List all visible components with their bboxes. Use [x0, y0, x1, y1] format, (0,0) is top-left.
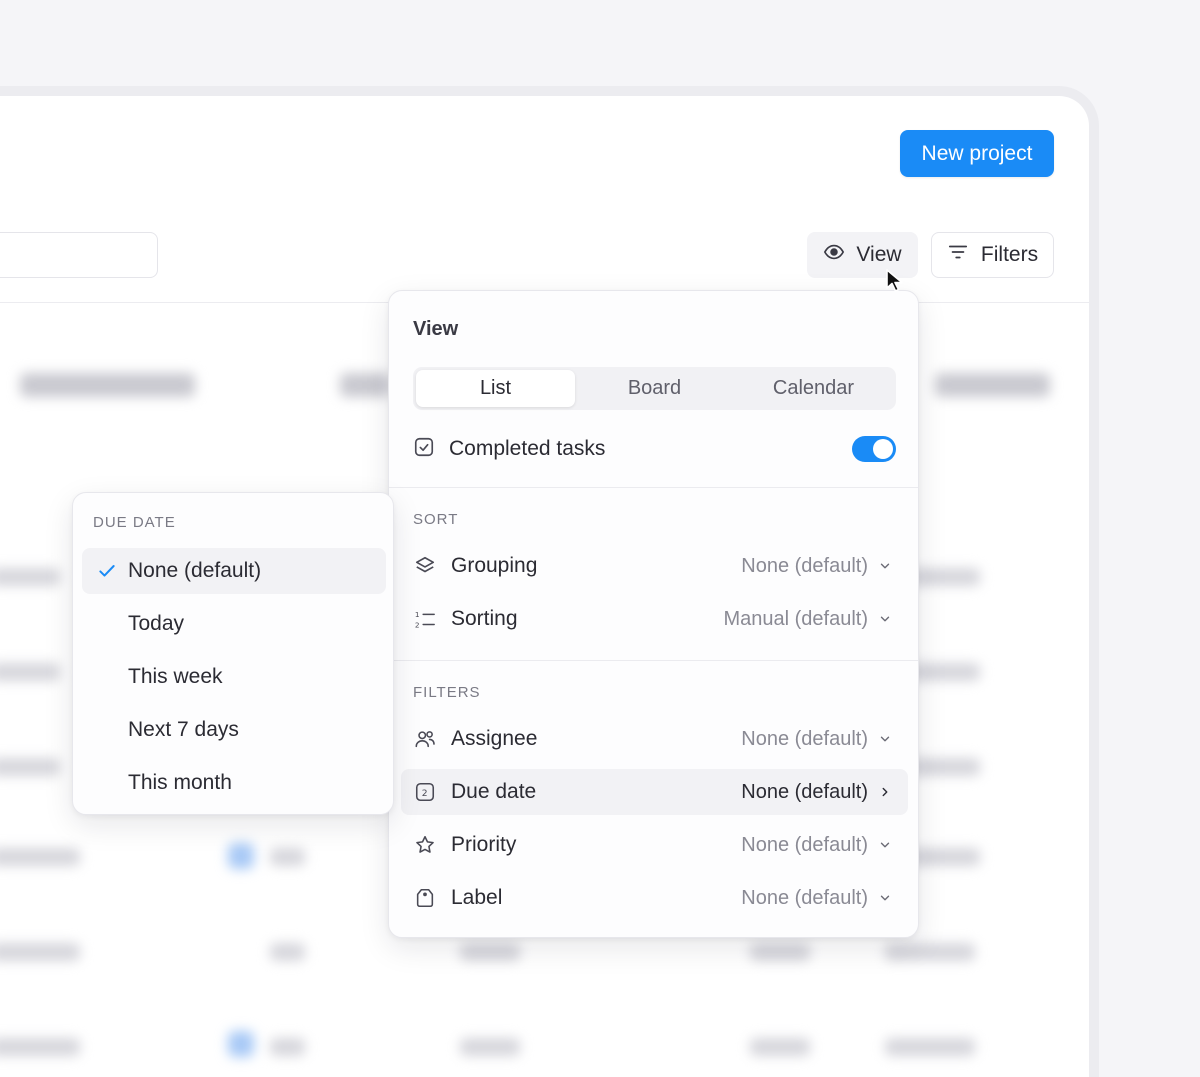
chevron-down-icon	[876, 889, 894, 907]
table-row	[885, 943, 975, 961]
section-divider	[389, 660, 918, 661]
svg-text:2: 2	[415, 620, 420, 629]
tab-list[interactable]: List	[416, 370, 575, 407]
tab-board[interactable]: Board	[575, 370, 734, 407]
users-icon	[413, 727, 437, 751]
view-options-panel: View List Board Calendar Completed tasks…	[388, 290, 919, 938]
table-header-cell	[340, 373, 390, 397]
due-date-submenu: DUE DATE None (default) Today This week …	[72, 492, 394, 815]
sort-list-icon: 1 2	[413, 607, 437, 631]
table-row	[910, 758, 980, 776]
table-row	[885, 1038, 975, 1056]
completed-tasks-row: Completed tasks	[413, 434, 896, 464]
priority-label: Priority	[451, 833, 517, 856]
due-option-this-week[interactable]: This week	[82, 654, 386, 700]
completed-tasks-toggle[interactable]	[852, 436, 896, 462]
panel-title: View	[413, 318, 459, 340]
label-row[interactable]: Label None (default)	[401, 875, 908, 921]
new-project-button[interactable]: New project	[900, 130, 1054, 177]
grouping-value: None (default)	[741, 554, 868, 577]
due-option-label: This month	[128, 771, 232, 794]
table-row	[910, 663, 980, 681]
table-row	[910, 848, 980, 866]
chevron-down-icon	[876, 610, 894, 628]
tab-calendar[interactable]: Calendar	[734, 370, 893, 407]
assignee-label: Assignee	[451, 727, 538, 750]
filter-lines-icon	[947, 241, 969, 269]
calendar-icon: 2	[413, 780, 437, 804]
chevron-down-icon	[876, 730, 894, 748]
sort-section-label: SORT	[413, 511, 459, 528]
table-row	[270, 943, 305, 961]
svg-text:2: 2	[422, 788, 428, 799]
grouping-row[interactable]: Grouping None (default)	[401, 543, 908, 589]
priority-row[interactable]: Priority None (default)	[401, 822, 908, 868]
table-row	[0, 943, 80, 961]
eye-icon	[823, 241, 845, 269]
due-option-label: This week	[128, 665, 223, 688]
table-row	[270, 848, 305, 866]
status-chip	[228, 1031, 254, 1057]
filters-section-label: FILTERS	[413, 684, 481, 701]
layout-segmented-control: List Board Calendar	[413, 367, 896, 410]
table-header-cell	[20, 373, 195, 397]
toggle-knob	[873, 439, 893, 459]
table-row	[0, 848, 80, 866]
due-option-label: Next 7 days	[128, 718, 239, 741]
table-row	[750, 943, 810, 961]
view-button-label: View	[856, 243, 902, 266]
due-date-value: None (default)	[741, 780, 868, 803]
checkmark-icon	[96, 560, 118, 582]
grouping-label: Grouping	[451, 554, 538, 577]
table-row	[0, 758, 60, 776]
sorting-value: Manual (default)	[723, 607, 868, 630]
chevron-down-icon	[876, 557, 894, 575]
completed-tasks-label: Completed tasks	[449, 437, 606, 460]
due-option-next-7-days[interactable]: Next 7 days	[82, 707, 386, 753]
star-icon	[413, 833, 437, 857]
due-option-label: Today	[128, 612, 185, 635]
table-row	[0, 1038, 80, 1056]
filters-button-label: Filters	[980, 243, 1039, 266]
table-row	[0, 568, 60, 586]
layers-icon	[413, 554, 437, 578]
section-divider	[389, 487, 918, 488]
table-row	[0, 663, 60, 681]
table-header-cell	[935, 373, 1050, 397]
search-input[interactable]	[0, 232, 158, 278]
assignee-value: None (default)	[741, 727, 868, 750]
chevron-right-icon	[876, 783, 894, 801]
checkbox-icon	[413, 436, 435, 463]
svg-text:1: 1	[415, 610, 420, 619]
priority-value: None (default)	[741, 833, 868, 856]
chevron-down-icon	[876, 836, 894, 854]
due-option-label: None (default)	[128, 559, 262, 582]
table-row	[460, 1038, 520, 1056]
filters-button[interactable]: Filters	[931, 232, 1054, 278]
table-row	[270, 1038, 305, 1056]
assignee-row[interactable]: Assignee None (default)	[401, 716, 908, 762]
table-row	[910, 568, 980, 586]
due-date-menu-title: DUE DATE	[93, 514, 176, 531]
tag-icon	[413, 886, 437, 910]
label-value: None (default)	[741, 886, 868, 909]
sorting-row[interactable]: 1 2 Sorting Manual (default)	[401, 596, 908, 642]
due-date-row[interactable]: 2 Due date None (default)	[401, 769, 908, 815]
status-chip	[228, 843, 254, 869]
due-option-none[interactable]: None (default)	[82, 548, 386, 594]
table-row	[460, 943, 520, 961]
sorting-label: Sorting	[451, 607, 518, 630]
table-row	[750, 1038, 810, 1056]
label-label: Label	[451, 886, 503, 909]
due-date-label: Due date	[451, 780, 537, 803]
mouse-pointer-icon	[885, 268, 907, 299]
due-option-today[interactable]: Today	[82, 601, 386, 647]
due-option-this-month[interactable]: This month	[82, 760, 386, 806]
